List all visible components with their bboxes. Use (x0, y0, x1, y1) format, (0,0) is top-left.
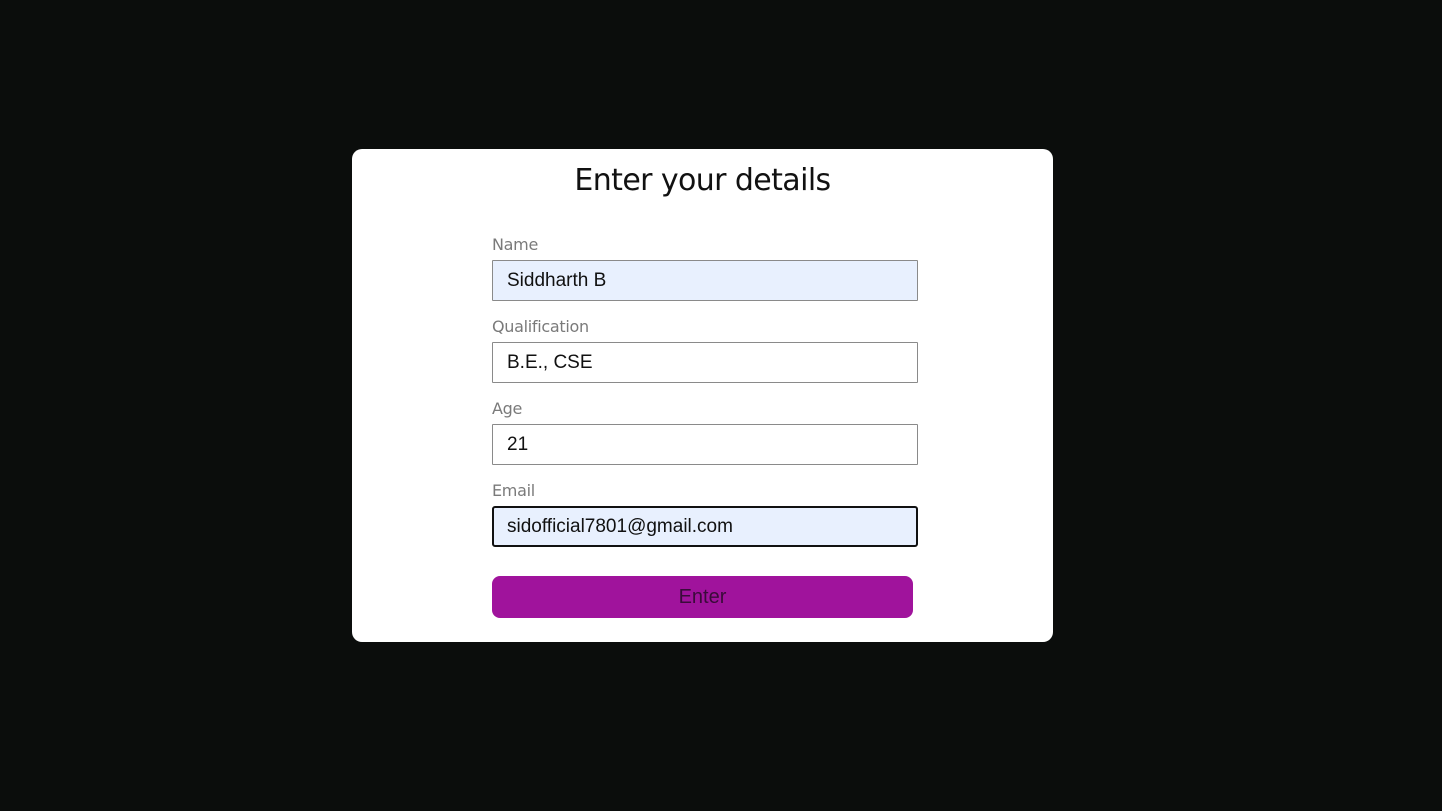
age-field-group: Age (492, 399, 918, 481)
email-input[interactable] (492, 506, 918, 547)
email-label: Email (492, 481, 535, 500)
age-label: Age (492, 399, 523, 418)
qualification-label: Qualification (492, 317, 589, 336)
name-label: Name (492, 235, 539, 254)
age-input[interactable] (492, 424, 918, 465)
qualification-input[interactable] (492, 342, 918, 383)
qualification-field-group: Qualification (492, 317, 918, 399)
email-field-group: Email (492, 481, 918, 563)
name-field-group: Name (492, 235, 918, 317)
name-input[interactable] (492, 260, 918, 301)
details-form-card: Enter your details Name Qualification Ag… (352, 149, 1053, 642)
enter-button[interactable]: Enter (492, 576, 913, 618)
details-form: Name Qualification Age Email (492, 235, 918, 563)
form-title: Enter your details (574, 163, 831, 198)
